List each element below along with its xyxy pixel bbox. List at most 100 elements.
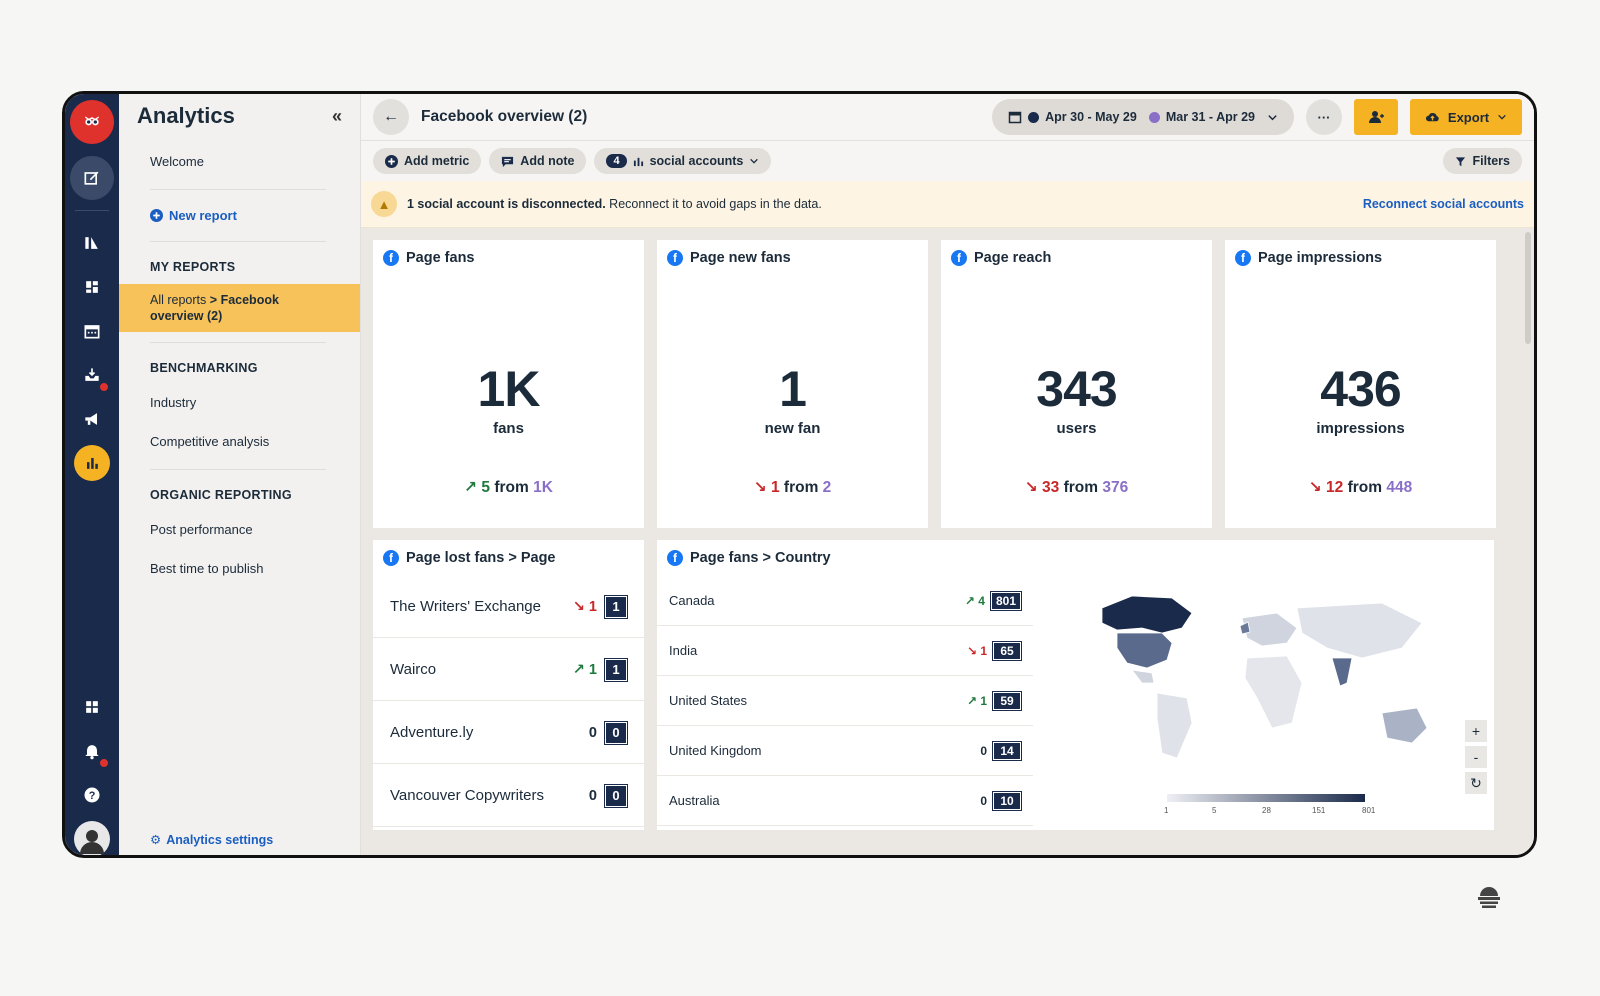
change-value: 33 <box>1042 479 1060 496</box>
value-badge: 0 <box>604 783 628 808</box>
breadcrumb-prefix: All reports <box>150 293 207 307</box>
calendar-icon[interactable] <box>70 309 114 353</box>
reset-map-button[interactable]: ↻ <box>1465 772 1487 794</box>
streams-icon[interactable] <box>70 221 114 265</box>
sidebar-item-best-time[interactable]: Best time to publish <box>119 561 360 576</box>
sidebar-item-facebook-overview[interactable]: All reports > Facebook overview (2) <box>119 284 360 332</box>
bar-chart-icon <box>633 157 643 166</box>
add-metric-label: Add metric <box>404 154 470 168</box>
change-value: 1 <box>770 479 780 496</box>
table-row[interactable]: Adventure.ly 0 0 <box>373 702 644 764</box>
filters-button[interactable]: Filters <box>1443 148 1522 174</box>
facebook-icon: f <box>1235 250 1251 266</box>
export-button[interactable]: Export <box>1410 99 1522 135</box>
from-label: from <box>1343 479 1387 496</box>
legend-label: 28 <box>1262 806 1271 815</box>
india-shape[interactable] <box>1331 657 1353 687</box>
uk-shape[interactable] <box>1239 621 1251 635</box>
compose-icon[interactable] <box>70 156 114 200</box>
metric-card[interactable]: f Page fans 1K fans ↗ 5 from 1K <box>373 240 644 528</box>
australia-shape[interactable] <box>1381 707 1428 744</box>
country-name: United Kingdom <box>669 743 762 758</box>
sidebar-title: Analytics <box>137 103 235 128</box>
table-row[interactable]: Canada ↗ 4 801 <box>657 576 1033 626</box>
filters-label: Filters <box>1472 154 1510 168</box>
owl-logo-icon[interactable] <box>70 100 114 144</box>
table-row[interactable]: Australia 0 10 <box>657 776 1033 826</box>
more-options-button[interactable]: ··· <box>1306 99 1342 135</box>
card-title: f Page reach <box>951 250 1051 266</box>
bell-icon[interactable] <box>70 729 114 773</box>
lost-fans-title: Page lost fans > Page <box>406 550 556 566</box>
asia-shape[interactable] <box>1296 602 1423 659</box>
dashboard-icon[interactable] <box>70 265 114 309</box>
mexico-shape[interactable] <box>1131 669 1155 684</box>
table-row[interactable]: Wairco ↗ 1 1 <box>373 639 644 701</box>
note-icon <box>502 156 514 167</box>
report-header: ← Facebook overview (2) Apr 30 - May 29 … <box>361 94 1534 141</box>
rail-divider <box>75 210 109 211</box>
trend-down-icon: ↘ <box>1308 479 1327 496</box>
apps-grid-icon[interactable] <box>70 685 114 729</box>
main-panel: ← Facebook overview (2) Apr 30 - May 29 … <box>361 94 1534 855</box>
avatar[interactable] <box>70 817 114 855</box>
metric-card[interactable]: f Page new fans 1 new fan ↘ 1 from 2 <box>657 240 928 528</box>
metric-card[interactable]: f Page reach 343 users ↘ 33 from 376 <box>941 240 1212 528</box>
date-current: Apr 30 - May 29 <box>1045 110 1137 124</box>
map-legend-bar <box>1167 794 1365 802</box>
reconnect-accounts-link[interactable]: Reconnect social accounts <box>1363 197 1524 211</box>
zoom-out-button[interactable]: - <box>1465 746 1487 768</box>
world-map[interactable] <box>1062 588 1462 788</box>
usa-shape[interactable] <box>1116 632 1173 669</box>
back-button[interactable]: ← <box>373 99 409 135</box>
metric-unit: impressions <box>1316 420 1405 437</box>
sidebar-item-competitive-analysis[interactable]: Competitive analysis <box>119 434 360 449</box>
benchmarking-heading: BENCHMARKING <box>150 361 258 375</box>
value-badge: 14 <box>992 740 1022 761</box>
sidebar-item-post-performance[interactable]: Post performance <box>119 522 360 537</box>
page-title: Facebook overview (2) <box>421 108 588 125</box>
zoom-in-button[interactable]: + <box>1465 720 1487 742</box>
chevron-down-icon <box>750 158 759 164</box>
page-name: Vancouver Copywriters <box>390 787 544 804</box>
value-badge: 10 <box>992 790 1022 811</box>
previous-period-dot <box>1148 111 1160 123</box>
table-row[interactable]: Vancouver Copywriters 0 0 <box>373 765 644 827</box>
svg-text:?: ? <box>89 790 96 802</box>
new-report-link[interactable]: New report <box>119 208 360 223</box>
legend-label: 801 <box>1362 806 1376 815</box>
sidebar-item-industry[interactable]: Industry <box>119 395 360 410</box>
table-row[interactable]: United States ↗ 1 59 <box>657 676 1033 726</box>
fans-by-country-card: f Page fans > Country Canada ↗ 4 801 India ↘ 1… <box>657 540 1494 830</box>
add-metric-button[interactable]: Add metric <box>373 148 482 174</box>
metric-card[interactable]: f Page impressions 436 impressions ↘ 12 from… <box>1225 240 1496 528</box>
metric-unit: users <box>1056 420 1097 437</box>
europe-shape[interactable] <box>1241 612 1298 647</box>
analytics-icon[interactable] <box>74 445 110 481</box>
help-icon[interactable]: ? <box>70 773 114 817</box>
analytics-settings-link[interactable]: ⚙ Analytics settings <box>150 832 274 848</box>
table-row[interactable]: United Kingdom 0 14 <box>657 726 1033 776</box>
metric-title: Page reach <box>974 250 1052 266</box>
table-row[interactable]: The Writers' Exchange ↘ 1 1 <box>373 576 644 638</box>
inbox-icon[interactable] <box>70 353 114 397</box>
sidebar-item-welcome[interactable]: Welcome <box>119 154 360 169</box>
share-button[interactable] <box>1354 99 1398 135</box>
africa-shape[interactable] <box>1244 655 1303 729</box>
change-value: ↗ 1 <box>966 693 987 708</box>
page-name: The Writers' Exchange <box>390 598 541 615</box>
report-toolbar: Add metric Add note 4 social accounts Fi… <box>361 141 1534 181</box>
south-america-shape[interactable] <box>1156 692 1193 759</box>
megaphone-icon[interactable] <box>70 397 114 441</box>
social-accounts-dropdown[interactable]: 4 social accounts <box>594 148 772 174</box>
analytics-settings-label: Analytics settings <box>166 832 274 847</box>
add-note-button[interactable]: Add note <box>489 148 587 174</box>
table-row[interactable]: India ↘ 1 65 <box>657 626 1033 676</box>
chevron-down-icon <box>1498 114 1506 120</box>
scrollbar[interactable] <box>1525 232 1531 344</box>
canada-shape[interactable] <box>1101 595 1193 634</box>
date-range-picker[interactable]: Apr 30 - May 29 Mar 31 - Apr 29 <box>992 99 1294 135</box>
value-badge: 1 <box>604 657 628 682</box>
collapse-sidebar-icon[interactable]: « <box>332 106 342 127</box>
metric-change: ↘ 1 from 2 <box>657 478 928 497</box>
